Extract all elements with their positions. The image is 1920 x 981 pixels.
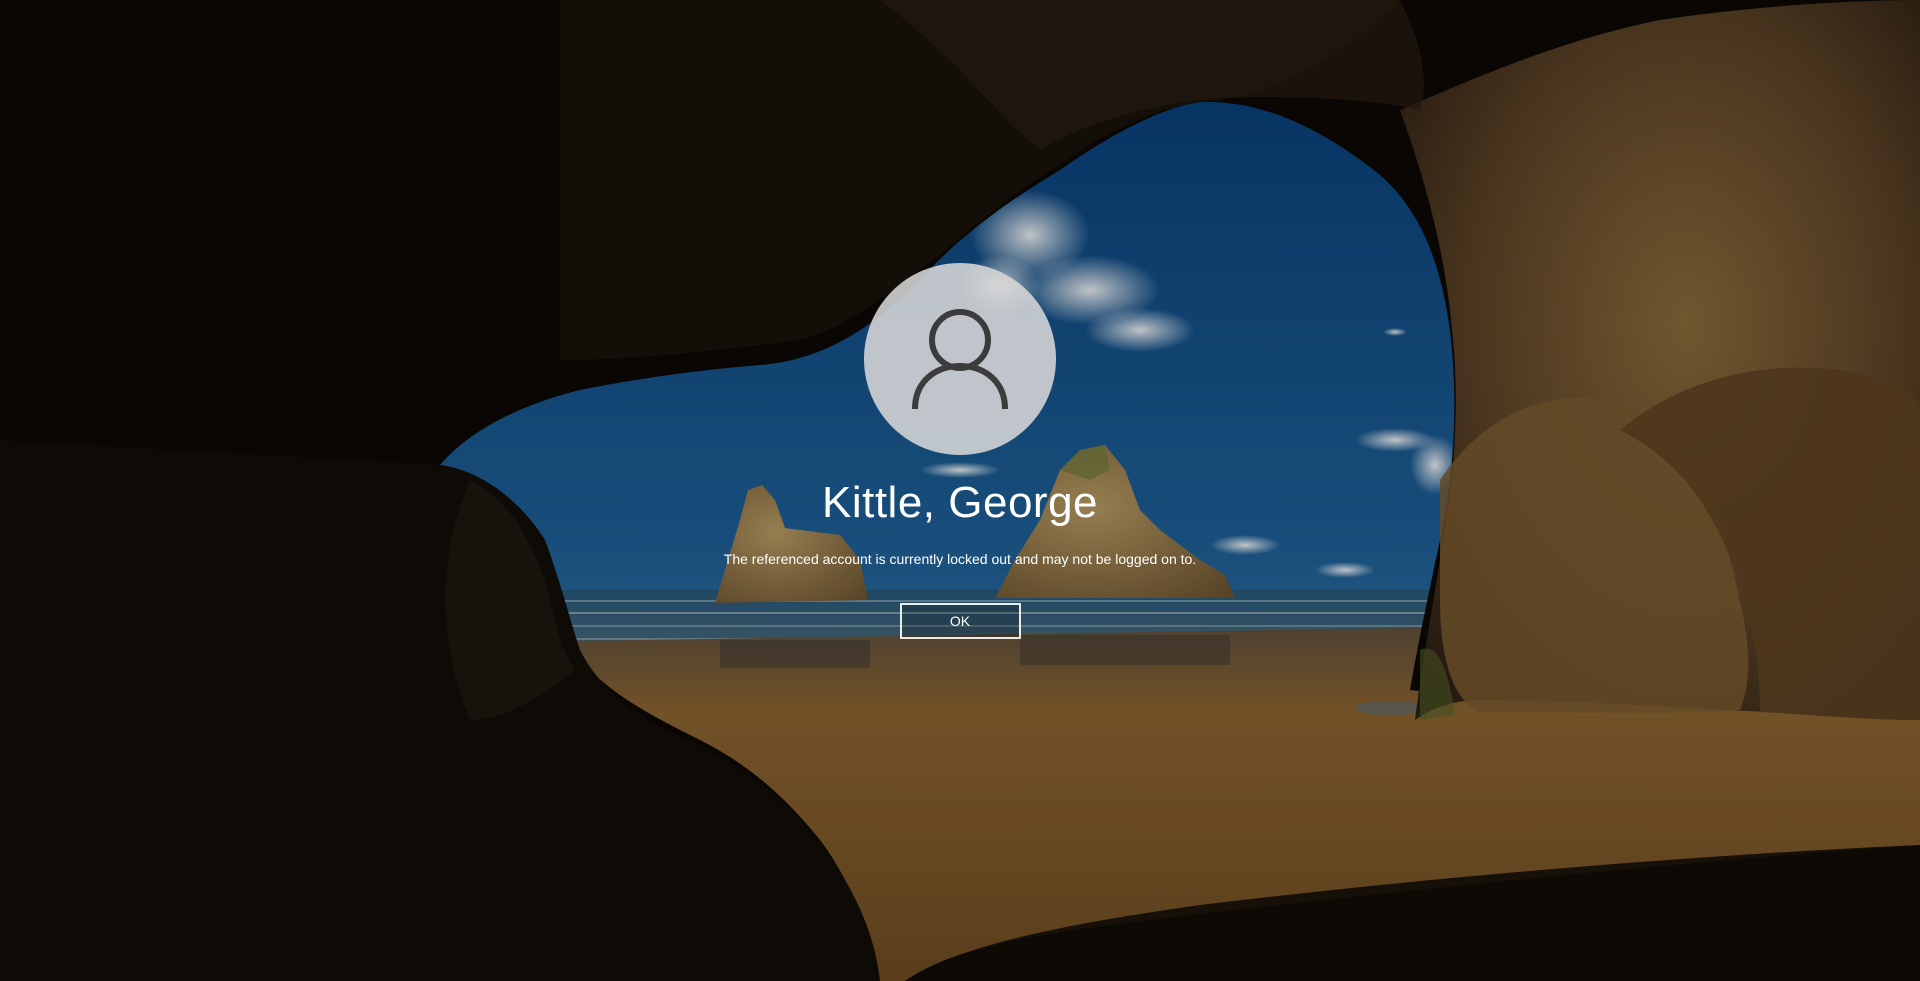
- user-silhouette-icon: [912, 309, 1008, 410]
- user-name: Kittle, George: [821, 478, 1099, 527]
- login-panel: Kittle, George The referenced account is…: [0, 263, 1920, 639]
- ok-button[interactable]: OK: [899, 603, 1021, 639]
- account-locked-message: The referenced account is currently lock…: [723, 551, 1197, 567]
- user-avatar: [864, 263, 1056, 455]
- lock-screen: Kittle, George The referenced account is…: [0, 0, 1920, 981]
